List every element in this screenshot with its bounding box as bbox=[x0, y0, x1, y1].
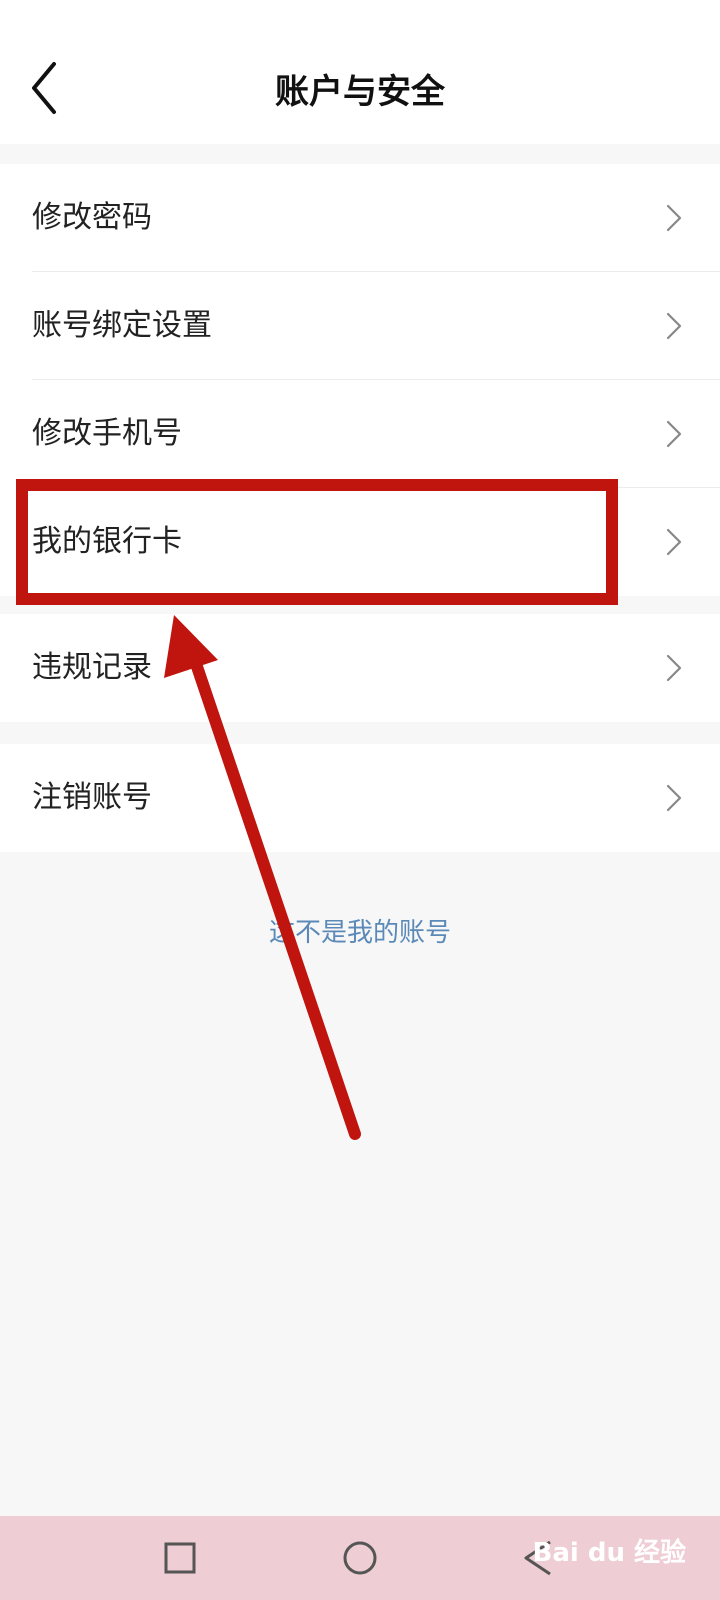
chevron-right-icon bbox=[666, 654, 682, 682]
my-bank-card-item[interactable]: 我的银行卡 bbox=[0, 488, 720, 596]
chevron-right-icon bbox=[666, 312, 682, 340]
cancel-account-item[interactable]: 注销账号 bbox=[0, 744, 720, 852]
item-label: 账号绑定设置 bbox=[32, 308, 212, 343]
account-binding-item[interactable]: 账号绑定设置 bbox=[0, 272, 720, 380]
settings-group-violations: 违规记录 bbox=[0, 614, 720, 722]
settings-group-account: 修改密码 账号绑定设置 修改手机号 我的银行卡 bbox=[0, 164, 720, 596]
page-title: 账户与安全 bbox=[275, 72, 445, 112]
chevron-right-icon bbox=[666, 204, 682, 232]
square-icon bbox=[164, 1542, 196, 1574]
chevron-right-icon bbox=[666, 528, 682, 556]
chevron-right-icon bbox=[666, 784, 682, 812]
item-label: 注销账号 bbox=[32, 780, 152, 815]
system-nav-bar: Bai du 经验 bbox=[0, 1516, 720, 1600]
back-button[interactable] bbox=[22, 58, 82, 122]
status-bar bbox=[0, 0, 720, 40]
settings-group-cancel: 注销账号 bbox=[0, 744, 720, 852]
watermark: Bai du 经验 bbox=[532, 1538, 687, 1568]
back-arrow-icon bbox=[32, 62, 56, 114]
chevron-right-icon bbox=[666, 420, 682, 448]
item-label: 修改密码 bbox=[32, 200, 152, 235]
header: 账户与安全 bbox=[0, 40, 720, 144]
circle-icon bbox=[343, 1541, 377, 1575]
change-phone-item[interactable]: 修改手机号 bbox=[0, 380, 720, 488]
violation-records-item[interactable]: 违规记录 bbox=[0, 614, 720, 722]
not-my-account-link[interactable]: 这不是我的账号 bbox=[0, 912, 720, 949]
item-label: 违规记录 bbox=[32, 650, 152, 685]
change-password-item[interactable]: 修改密码 bbox=[0, 164, 720, 272]
item-label: 修改手机号 bbox=[32, 416, 182, 451]
recent-apps-button[interactable] bbox=[152, 1530, 208, 1586]
home-button[interactable] bbox=[332, 1530, 388, 1586]
item-label: 我的银行卡 bbox=[32, 524, 182, 559]
